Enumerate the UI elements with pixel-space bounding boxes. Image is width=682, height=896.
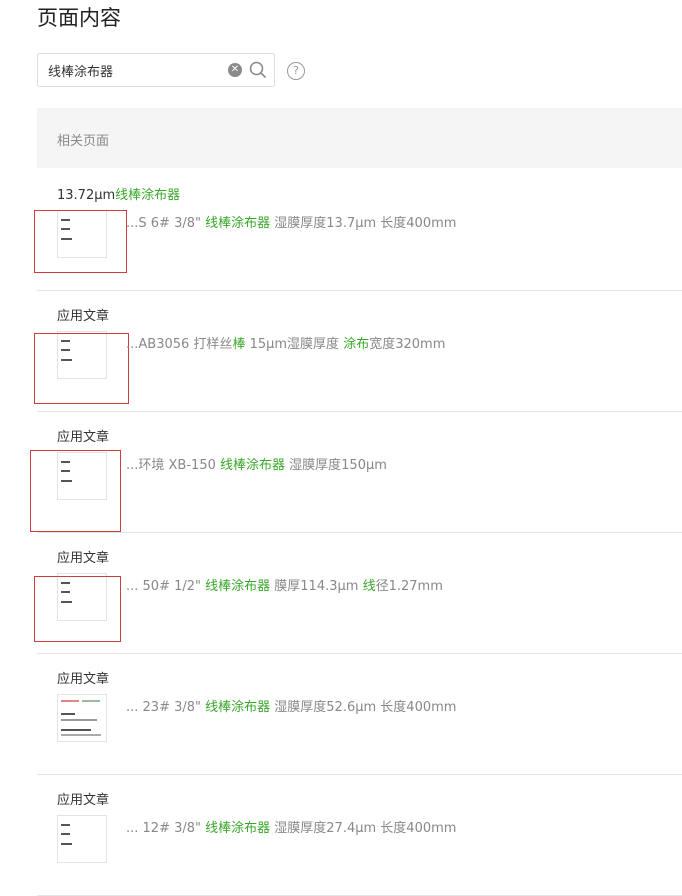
annotation-box [34, 576, 121, 642]
snippet-highlight: 线棒涂布器 [205, 216, 271, 231]
result-thumbnail[interactable] [57, 694, 107, 742]
result-title[interactable]: 应用文章 [57, 426, 109, 445]
snippet-text: 15μm湿膜厚度 [245, 337, 344, 352]
result-title[interactable]: 应用文章 [57, 547, 109, 566]
result-item[interactable]: 应用文章 ... 50# 1/2" 线棒涂布器 膜厚114.3μm 线径1.27… [34, 533, 682, 654]
result-title[interactable]: 应用文章 [57, 789, 109, 808]
result-item[interactable]: 应用文章 ...AB3056 打样丝棒 15μm湿膜厚度 涂布宽度320mm [34, 291, 682, 412]
result-title[interactable]: 13.72μm线棒涂布器 [57, 184, 180, 203]
annotation-box [34, 210, 127, 273]
snippet-text: 湿膜厚度52.6μm 长度400mm [270, 700, 457, 715]
result-snippet: ...S 6# 3/8" 线棒涂布器 湿膜厚度13.7μm 长度400mm [126, 212, 456, 231]
snippet-highlight: 线棒涂布器 [220, 458, 286, 473]
annotation-box [34, 333, 129, 404]
snippet-text: ...环境 XB-150 [126, 458, 220, 473]
result-thumbnail[interactable] [57, 815, 107, 863]
result-snippet: ... 12# 3/8" 线棒涂布器 湿膜厚度27.4μm 长度400mm [126, 817, 456, 836]
snippet-text: ...S 6# 3/8" [126, 216, 206, 231]
result-snippet: ...环境 XB-150 线棒涂布器 湿膜厚度150μm [126, 454, 387, 473]
snippet-text: 湿膜厚度13.7μm 长度400mm [270, 216, 457, 231]
help-icon[interactable]: ? [287, 62, 305, 80]
result-snippet: ... 50# 1/2" 线棒涂布器 膜厚114.3μm 线径1.27mm [126, 575, 443, 594]
result-item[interactable]: 应用文章 ...环境 XB-150 线棒涂布器 湿膜厚度150μm [30, 412, 682, 533]
search-input[interactable] [48, 60, 218, 80]
snippet-text: 湿膜厚度150μm [285, 458, 387, 473]
search-box[interactable]: ✕ [37, 53, 275, 87]
section-label: 相关页面 [57, 134, 110, 149]
snippet-text: 湿膜厚度27.4μm 长度400mm [270, 821, 457, 836]
snippet-text: 宽度320mm [369, 337, 446, 352]
result-snippet: ...AB3056 打样丝棒 15μm湿膜厚度 涂布宽度320mm [126, 333, 445, 352]
clear-icon[interactable]: ✕ [228, 63, 242, 77]
section-header: 相关页面 [37, 108, 682, 168]
result-title[interactable]: 应用文章 [57, 668, 109, 687]
snippet-highlight: 线棒涂布器 [205, 579, 271, 594]
result-item[interactable]: 应用文章 ... 12# 3/8" 线棒涂布器 湿膜厚度27.4μm 长度400… [37, 775, 682, 896]
result-title[interactable]: 应用文章 [57, 305, 109, 324]
snippet-highlight: 线 [362, 579, 376, 594]
snippet-text: ... 12# 3/8" [126, 821, 206, 836]
snippet-highlight: 涂布 [343, 337, 370, 352]
snippet-text: ... 23# 3/8" [126, 700, 206, 715]
annotation-box [30, 450, 121, 532]
page-title: 页面内容 [37, 6, 121, 30]
snippet-text: ...AB3056 打样丝 [126, 337, 233, 352]
search-icon[interactable] [249, 61, 267, 79]
snippet-highlight: 棒 [232, 337, 246, 352]
result-item[interactable]: 应用文章 ... 23# 3/8" 线棒涂布器 湿膜厚度52.6μm 长度400… [37, 654, 682, 775]
snippet-text: 膜厚114.3μm [270, 579, 363, 594]
snippet-text: 径1.27mm [375, 579, 443, 594]
snippet-highlight: 线棒涂布器 [205, 821, 271, 836]
result-snippet: ... 23# 3/8" 线棒涂布器 湿膜厚度52.6μm 长度400mm [126, 696, 456, 715]
result-item[interactable]: 13.72μm线棒涂布器 ...S 6# 3/8" 线棒涂布器 湿膜厚度13.7… [34, 170, 682, 291]
snippet-highlight: 线棒涂布器 [205, 700, 271, 715]
snippet-text: ... 50# 1/2" [126, 579, 206, 594]
